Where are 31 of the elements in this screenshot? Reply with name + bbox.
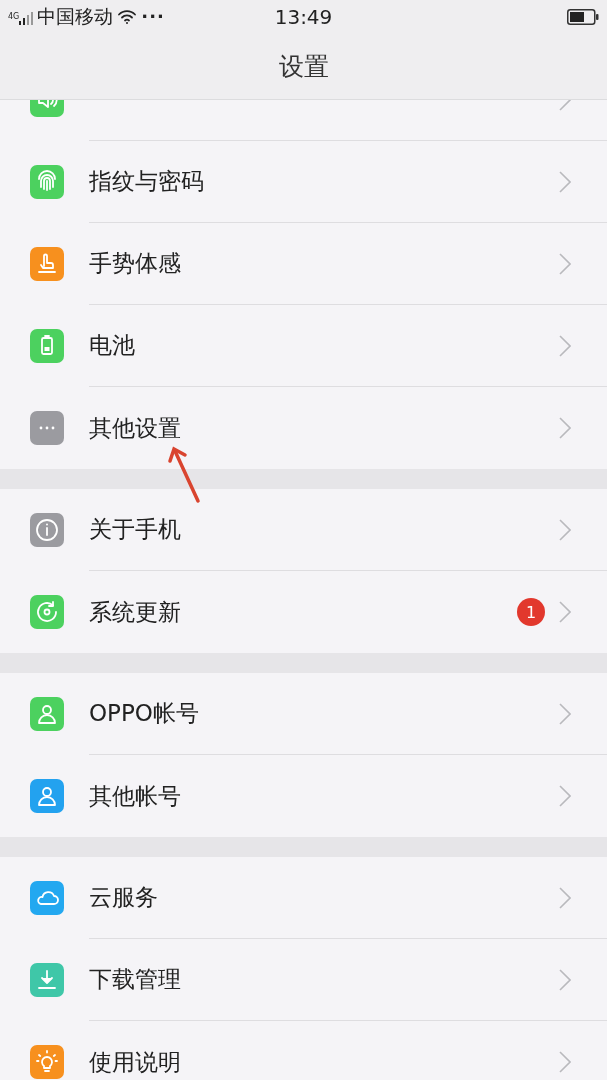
item-label: 云服务 xyxy=(89,883,159,912)
settings-item[interactable]: 指纹与密码 xyxy=(0,141,607,223)
wifi-icon xyxy=(117,9,138,24)
item-label: 手势体感 xyxy=(89,249,182,278)
signal-icon xyxy=(19,11,34,25)
settings-item[interactable]: 手势体感 xyxy=(0,223,607,305)
settings-item[interactable]: 其他设置 xyxy=(0,387,607,469)
carrier-name: 中国移动 xyxy=(37,3,114,29)
settings-item[interactable]: OPPO帐号 xyxy=(0,673,607,755)
item-label: 关于手机 xyxy=(89,515,182,544)
settings-item[interactable]: 系统更新 1 xyxy=(0,571,607,653)
item-label: 其他帐号 xyxy=(89,781,182,811)
item-label: 系统更新 xyxy=(89,597,182,627)
network-type: 4G xyxy=(8,11,20,21)
clock: 13:49 xyxy=(274,4,333,29)
notification-badge: 1 xyxy=(517,598,545,626)
settings-item[interactable]: 使用说明 xyxy=(0,1021,607,1080)
battery-icon xyxy=(567,8,599,25)
page-title: 设置 xyxy=(278,50,329,83)
item-label: 指纹与密码 xyxy=(89,167,205,196)
settings-item[interactable]: 云服务 xyxy=(0,857,607,939)
item-label: OPPO帐号 xyxy=(89,699,200,728)
settings-item[interactable]: 电池 xyxy=(0,305,607,387)
settings-item[interactable]: 下载管理 xyxy=(0,939,607,1021)
item-label: 下载管理 xyxy=(89,965,182,994)
item-label: 其他设置 xyxy=(89,413,182,443)
settings-item[interactable]: 其他帐号 xyxy=(0,755,607,837)
item-label: 电池 xyxy=(89,331,136,360)
settings-item[interactable]: 关于手机 xyxy=(0,489,607,571)
more-indicator: ··· xyxy=(141,6,165,27)
item-label: 使用说明 xyxy=(89,1047,182,1077)
